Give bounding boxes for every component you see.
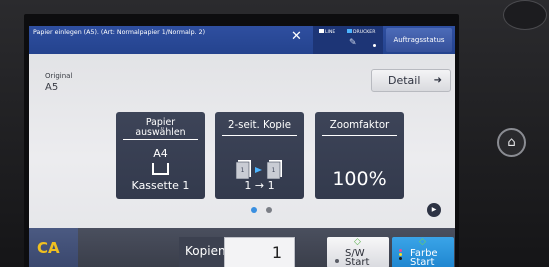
detail-button[interactable]: Detail ➜ [371,69,451,92]
card-divider [322,135,397,136]
paper-tray-label: Kassette 1 [131,179,190,192]
original-value: A5 [45,82,59,93]
color-start-label: Farbe Start [410,248,438,267]
svg-text:1: 1 [241,167,245,174]
copies-control: Kopien 1 [179,237,296,267]
duplex-copy-card[interactable]: 2-seit. Kopie 1 1 1 → 1 [215,112,304,199]
printer-indicator: DRUCKER [347,29,375,35]
job-status-button[interactable]: Auftragsstatus [386,28,452,52]
duplex-simplex-icon: 1 1 [235,160,282,179]
device-status-area: LINE DRUCKER ✎ [313,26,383,54]
printer-icon: ✎ [349,38,357,48]
bw-start-label: S/W Start [345,248,370,267]
paper-tray-icon [152,163,169,175]
color-start-button[interactable]: ◇ Farbe Start [392,237,454,267]
card-divider [222,135,297,136]
clear-all-button[interactable]: CA [29,228,78,267]
device-bezel: Papier einlegen (A5). (Art: Normalpapier… [0,0,549,267]
start-diamond-icon: ◇ [354,237,361,247]
zoom-card-title: Zoomfaktor [329,120,390,131]
message-bar: Papier einlegen (A5). (Art: Normalpapier… [29,26,455,54]
page-dot[interactable] [266,207,272,213]
action-bar: CA Kopien 1 ◇ S/W Start ◇ Farbe Start [29,228,455,267]
home-icon[interactable]: ⌂ [497,128,526,157]
paper-size: A4 [153,147,168,160]
copies-label: Kopien [185,244,226,258]
card-divider [123,139,198,140]
duplex-mode: 1 → 1 [244,179,275,192]
color-dots-icon [399,249,403,261]
paper-select-card[interactable]: Papier auswählen A4 Kassette 1 [116,112,205,199]
line-indicator: LINE [319,29,335,35]
original-label: Original [45,72,73,80]
svg-text:1: 1 [272,167,276,174]
zoom-value: 100% [332,168,387,190]
duplex-card-title: 2-seit. Kopie [227,120,291,131]
detail-label: Detail [388,74,421,87]
zoom-card[interactable]: Zoomfaktor 100% [315,112,404,199]
start-diamond-icon: ◇ [419,237,426,247]
arrow-right-icon: ➜ [433,75,442,86]
copies-input[interactable]: 1 [224,237,295,267]
status-dot-icon [373,44,376,47]
close-icon[interactable]: ✕ [291,29,302,44]
bezel-sensor [503,0,547,30]
page-dot-active[interactable] [251,207,257,213]
paper-card-title-2: auswählen [135,127,186,138]
bw-dot-icon [335,259,339,263]
status-message: Papier einlegen (A5). (Art: Normalpapier… [33,29,206,36]
next-page-button[interactable]: ▶ [427,203,441,217]
bw-start-button[interactable]: ◇ S/W Start [327,237,389,267]
touch-screen: Papier einlegen (A5). (Art: Normalpapier… [24,14,459,267]
copy-main-panel: Original A5 Detail ➜ Papier auswählen A4… [29,54,455,228]
